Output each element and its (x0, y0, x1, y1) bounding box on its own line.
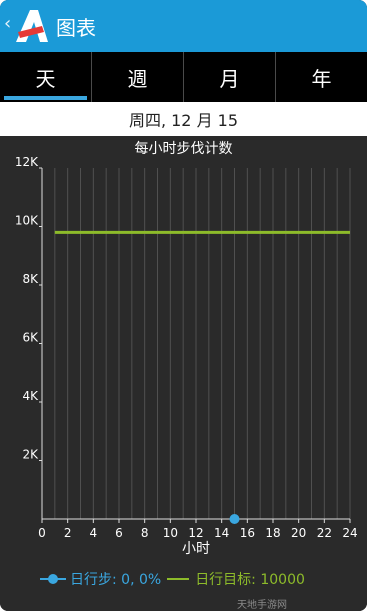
hourly-steps-chart: 2K4K6K8K10K12K0 2 4 6 8 10 12 14 16 18 20 22 24小时 (15, 155, 358, 557)
y-tick-label: 2K (22, 448, 39, 462)
x-tick-label: 16 (240, 526, 255, 540)
x-tick-label: 14 (214, 526, 229, 540)
y-tick-label: 8K (22, 272, 39, 286)
tab-year-label: 年 (311, 66, 332, 91)
tab-week[interactable]: 週 (92, 52, 184, 102)
y-tick-label: 4K (22, 389, 39, 403)
tab-day[interactable]: 天 (0, 52, 92, 102)
page-title: 图表 (56, 16, 96, 40)
active-tab-indicator (4, 96, 87, 100)
app-logo-icon[interactable] (12, 8, 50, 44)
tab-month-label: 月 (219, 66, 240, 91)
x-tick-label: 20 (291, 526, 306, 540)
x-tick-label: 18 (265, 526, 280, 540)
x-tick-label: 0 (38, 526, 46, 540)
date-label-row: 周四, 12 月 15 (0, 102, 367, 136)
period-tabs: 天 週 月 年 (0, 52, 367, 102)
chart-legend: 日行步: 0, 0% 日行目标: 10000 (40, 568, 305, 590)
goal-legend-marker (167, 578, 190, 580)
x-axis-label: 小时 (182, 541, 210, 557)
app-bar: ‹ 图表 (0, 0, 367, 52)
tab-month[interactable]: 月 (184, 52, 276, 102)
steps-legend-marker (40, 573, 66, 585)
tab-day-label: 天 (35, 66, 56, 91)
x-tick-label: 8 (141, 526, 149, 540)
x-tick-label: 2 (64, 526, 72, 540)
x-tick-label: 10 (163, 526, 178, 540)
x-tick-label: 22 (317, 526, 332, 540)
tab-week-label: 週 (127, 66, 148, 91)
y-tick-label: 6K (22, 331, 39, 345)
x-tick-label: 6 (115, 526, 123, 540)
x-tick-label: 4 (90, 526, 98, 540)
tab-year[interactable]: 年 (276, 52, 367, 102)
back-icon[interactable]: ‹ (4, 13, 11, 34)
x-tick-label: 12 (188, 526, 203, 540)
date-label: 周四, 12 月 15 (128, 111, 239, 130)
chart-title: 每小时步伐计数 (134, 141, 233, 157)
chart-area: 2K 4K 6K 8K 10K 12K 0 2 4 6 8 10 12 14 16 18 20 22 24 小时 每小… (0, 136, 367, 611)
watermark: 天地手游网 (237, 600, 287, 611)
y-tick-label: 10K (15, 214, 39, 228)
steps-legend-label: 日行步: 0, 0% (70, 572, 162, 588)
steps-data-point (229, 514, 240, 524)
x-tick-label: 24 (342, 526, 357, 540)
app-frame: ‹ 图表 天 週 月 年 周四, 12 月 15 2K 4K 6K 8K 10K 12K 0… (0, 0, 367, 611)
goal-legend-label: 日行目标: 10000 (195, 572, 305, 588)
